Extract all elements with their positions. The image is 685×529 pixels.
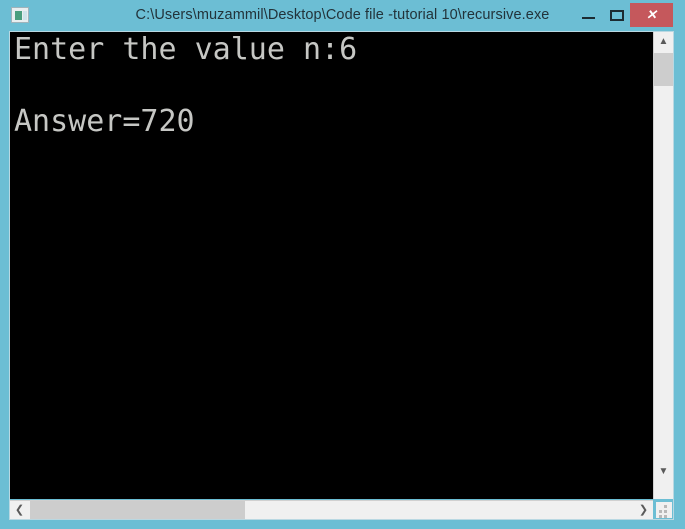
minimize-icon xyxy=(582,17,595,19)
scroll-down-icon[interactable]: ▼ xyxy=(654,462,673,481)
maximize-button[interactable] xyxy=(604,3,630,27)
close-button[interactable]: ✕ xyxy=(630,3,673,27)
close-icon: ✕ xyxy=(646,7,657,22)
minimize-button[interactable] xyxy=(575,3,603,27)
horizontal-scrollbar[interactable]: ❮ ❯ xyxy=(10,500,653,519)
vertical-scroll-thumb[interactable] xyxy=(654,53,673,86)
console-window: C:\Users\muzammil\Desktop\Code file -tut… xyxy=(0,0,685,529)
title-bar[interactable]: C:\Users\muzammil\Desktop\Code file -tut… xyxy=(0,0,685,31)
vertical-scrollbar[interactable]: ▲ ▼ xyxy=(653,32,673,499)
scroll-right-icon[interactable]: ❯ xyxy=(634,501,653,519)
resize-grip-icon[interactable] xyxy=(656,502,672,518)
scroll-up-icon[interactable]: ▲ xyxy=(654,32,673,51)
console-output-area[interactable]: Enter the value n:6 Answer=720 xyxy=(10,32,653,499)
horizontal-scroll-thumb[interactable] xyxy=(30,501,245,519)
maximize-icon xyxy=(610,10,624,21)
scroll-left-icon[interactable]: ❮ xyxy=(10,501,29,519)
console-text: Enter the value n:6 Answer=720 xyxy=(14,32,358,139)
